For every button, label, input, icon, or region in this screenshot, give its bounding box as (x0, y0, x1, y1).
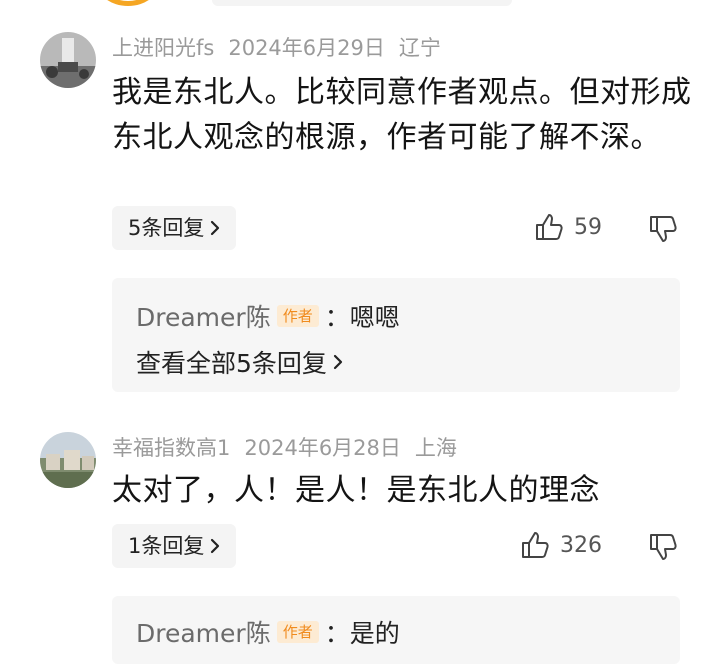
sub-reply-separator: ： (324, 619, 350, 648)
comment-meta: 幸福指数高1 2024年6月28日 上海 (112, 432, 471, 462)
previous-avatar (96, 0, 160, 6)
chevron-right-icon (211, 220, 220, 236)
comment-date: 2024年6月29日 (228, 36, 385, 60)
sub-reply-text: 嗯嗯 (349, 303, 400, 332)
reply-count-button[interactable]: 5条回复 (112, 206, 237, 250)
reply-count-button[interactable]: 1条回复 (112, 524, 237, 568)
thumb-up-icon (522, 532, 549, 558)
sub-reply[interactable]: Dreamer陈 作者 ： 是的 (136, 614, 400, 650)
view-all-replies-link[interactable]: 查看全部5条回复 (136, 344, 343, 380)
like-count: 326 (560, 532, 602, 558)
avatar[interactable] (40, 32, 96, 88)
reply-count-label: 1条回复 (128, 534, 205, 558)
comment-meta: 上进阳光fs 2024年6月29日 辽宁 (112, 32, 455, 62)
like-button[interactable]: 326 (520, 530, 602, 560)
chevron-right-icon (333, 354, 343, 370)
previous-reply-pill (212, 0, 512, 6)
thumb-down-icon (650, 534, 677, 560)
comment-text: 太对了，人！是人！是东北人的理念 (112, 473, 600, 508)
sub-reply-panel: Dreamer陈 作者 ： 是的 (112, 596, 680, 664)
view-all-label: 查看全部5条回复 (136, 349, 327, 378)
sub-reply-text: 是的 (349, 619, 400, 648)
username[interactable]: 上进阳光fs (112, 36, 214, 60)
dislike-button[interactable] (648, 214, 678, 248)
sub-reply[interactable]: Dreamer陈 作者 ： 嗯嗯 (136, 298, 400, 334)
avatar[interactable] (40, 432, 96, 488)
thumb-up-icon (536, 214, 563, 240)
dislike-button[interactable] (648, 532, 678, 566)
thumb-down-icon (650, 216, 677, 242)
comment-date: 2024年6月28日 (244, 436, 401, 460)
like-count: 59 (574, 214, 602, 240)
author-badge: 作者 (276, 621, 319, 643)
sub-reply-separator: ： (324, 303, 350, 332)
author-badge: 作者 (276, 305, 319, 327)
sub-reply-username[interactable]: Dreamer陈 (136, 298, 271, 334)
comment-location: 辽宁 (398, 36, 441, 60)
sub-reply-panel: Dreamer陈 作者 ： 嗯嗯 查看全部5条回复 (112, 278, 680, 392)
sub-reply-username[interactable]: Dreamer陈 (136, 614, 271, 650)
chevron-right-icon (211, 538, 220, 554)
comment-text: 我是东北人。比较同意作者观点。但对形成东北人观念的根源，作者可能了解不深。 (112, 75, 692, 155)
username[interactable]: 幸福指数高1 (112, 436, 230, 460)
like-button[interactable]: 59 (534, 212, 602, 242)
reply-count-label: 5条回复 (128, 216, 205, 240)
comment-location: 上海 (414, 436, 457, 460)
